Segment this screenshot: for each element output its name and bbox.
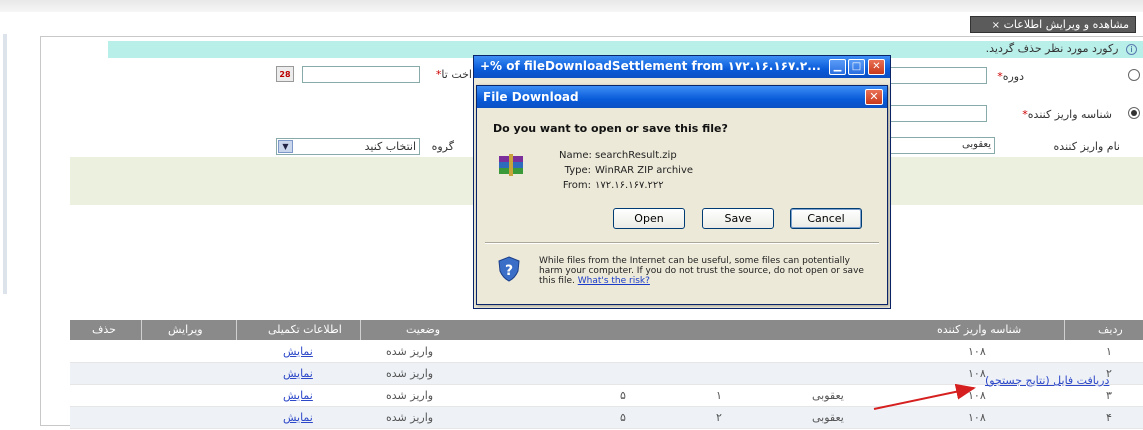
- header-divider: [1064, 320, 1065, 340]
- cell-status: واریز شده: [386, 367, 434, 380]
- dialog-question: Do you want to open or save this file?: [493, 122, 728, 135]
- file-name-row: Name: searchResult.zip: [559, 150, 677, 161]
- security-warning: While files from the Internet can be use…: [539, 256, 875, 286]
- cell-index: ۱: [1106, 345, 1112, 358]
- cell-index: ۳: [1106, 389, 1112, 402]
- group-select-value: انتخاب کنید: [364, 140, 416, 153]
- info-icon: i: [1126, 44, 1137, 55]
- chevron-down-icon: ▼: [278, 140, 293, 153]
- security-shield-icon: ?: [498, 256, 520, 282]
- group-label: گروه: [431, 140, 454, 153]
- whats-the-risk-link[interactable]: What's the risk?: [578, 276, 650, 286]
- payer-id-label: شناسه واریز کننده*: [1022, 108, 1112, 121]
- details-link[interactable]: نمایش: [283, 345, 313, 358]
- minimize-icon[interactable]: ▁: [829, 59, 846, 75]
- payer-name-field[interactable]: یعقوبی: [887, 137, 995, 154]
- cell-number: ۵: [620, 389, 626, 402]
- date-to-label: اخت تا*: [435, 68, 472, 81]
- th-payer-id: شناسه واریز کننده: [937, 323, 1022, 336]
- cell-payer-name: یعقوبی: [812, 389, 844, 402]
- period-label: دوره*: [997, 70, 1024, 83]
- tab-view-edit[interactable]: مشاهده و ویرایش اطلاعات ×: [970, 16, 1136, 33]
- cell-status: واریز شده: [386, 389, 434, 402]
- header-divider: [236, 320, 237, 340]
- download-results-link[interactable]: دریافت فایل (نتایج جستجو): [985, 374, 1109, 387]
- payer-id-field[interactable]: [887, 105, 987, 122]
- th-status: وضعیت: [406, 323, 441, 336]
- cell-status: واریز شده: [386, 411, 434, 424]
- th-delete: حذف: [92, 323, 116, 336]
- save-button[interactable]: Save: [702, 208, 774, 229]
- radio-period[interactable]: [1128, 69, 1140, 81]
- th-row-number: ردیف: [1098, 323, 1123, 336]
- svg-text:?: ?: [505, 263, 513, 279]
- header-divider: [360, 320, 361, 340]
- details-link[interactable]: نمایش: [283, 389, 313, 402]
- close-icon[interactable]: ✕: [868, 59, 885, 75]
- period-field[interactable]: [887, 67, 987, 84]
- open-button[interactable]: Open: [613, 208, 685, 229]
- progress-window-title: +% of fileDownloadSettlement from ۱۷۲.۱۶…: [474, 56, 890, 78]
- header-divider: [141, 320, 142, 340]
- left-edge-bar: [3, 34, 7, 294]
- dialog-divider: [485, 242, 879, 244]
- top-header-strip: [0, 0, 1143, 12]
- info-message: رکورد مورد نظر حذف گردید.: [985, 42, 1119, 55]
- calendar-icon[interactable]: 28: [276, 66, 294, 82]
- app-root: مشاهده و ویرایش اطلاعات × i رکورد مورد ن…: [0, 0, 1143, 430]
- file-type-row: Type: WinRAR ZIP archive: [564, 165, 694, 176]
- cell-number: ۵: [620, 411, 626, 424]
- tab-close-icon[interactable]: ×: [992, 20, 1000, 31]
- cell-payer-id: ۱۰۸: [968, 367, 986, 380]
- cancel-button[interactable]: Cancel: [790, 208, 862, 229]
- cell-number: ۱: [716, 389, 722, 402]
- dialog-close-icon[interactable]: ✕: [865, 89, 883, 105]
- th-details: اطلاعات تکمیلی: [268, 323, 342, 336]
- red-arrow-annotation: [873, 383, 976, 410]
- details-link[interactable]: نمایش: [283, 367, 313, 380]
- th-edit: ویرایش: [168, 323, 203, 336]
- file-download-dialog: File Download ✕ Do you want to open or s…: [476, 85, 888, 305]
- group-select[interactable]: انتخاب کنید ▼: [276, 138, 420, 155]
- details-link[interactable]: نمایش: [283, 411, 313, 424]
- date-to-field[interactable]: [302, 66, 420, 83]
- radio-payer-id[interactable]: [1128, 107, 1140, 119]
- cell-payer-name: یعقوبی: [812, 411, 844, 424]
- cell-index: ۴: [1106, 411, 1112, 424]
- cell-number: ۲: [716, 411, 722, 424]
- winrar-archive-icon: [499, 154, 523, 176]
- cell-status: واریز شده: [386, 345, 434, 358]
- file-from-row: From: ۱۷۲.۱۶.۱۶۷.۲۲۲: [562, 180, 664, 191]
- maximize-icon[interactable]: □: [848, 59, 865, 75]
- payer-name-label: نام واریز کننده: [1053, 140, 1120, 153]
- cell-payer-id: ۱۰۸: [968, 345, 986, 358]
- tab-label: مشاهده و ویرایش اطلاعات: [1003, 18, 1129, 31]
- dialog-title: File Download: [477, 86, 887, 108]
